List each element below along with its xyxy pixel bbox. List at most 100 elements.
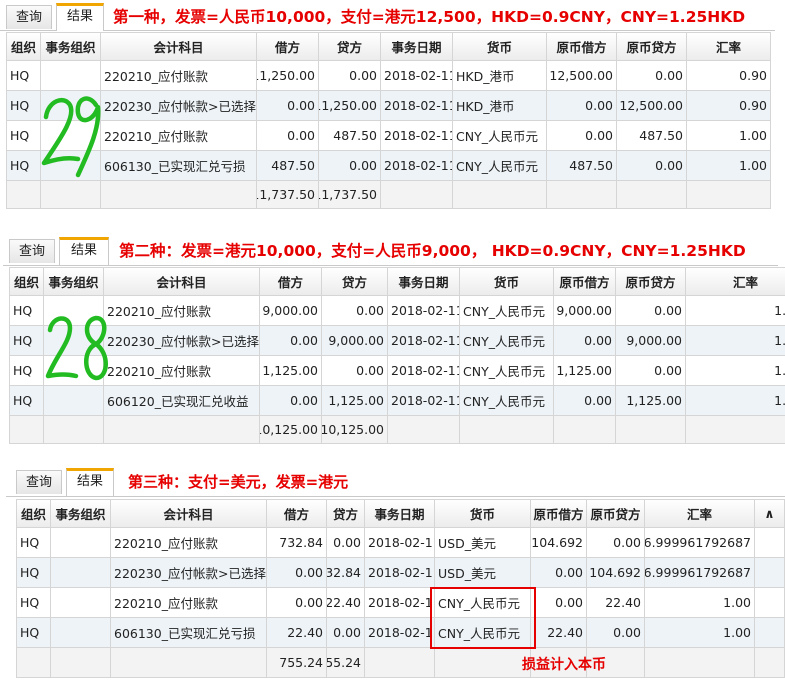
column-header-orig-credit[interactable]: 原币贷方 (617, 33, 687, 61)
column-header-orig-debit[interactable]: 原币借方 (547, 33, 617, 61)
total-account (101, 181, 257, 209)
cell-credit: 1,125.00 (322, 386, 388, 416)
cell-account: 606130_已实现汇兑亏损 (111, 618, 267, 648)
cell-orig-credit: 12,500.00 (617, 91, 687, 121)
column-header-currency[interactable]: 货币 (435, 500, 531, 528)
cell-debit: 732.84 (267, 528, 327, 558)
total-txn-org (44, 416, 104, 444)
cell-debit: 0.00 (267, 588, 327, 618)
cell-orig-credit: 0.00 (587, 528, 645, 558)
cell-debit: 11,250.00 (257, 61, 319, 91)
tab-query[interactable]: 查询 (16, 470, 62, 494)
cell-account: 220210_应付账款 (101, 61, 257, 91)
column-header-orig-debit[interactable]: 原币借方 (554, 268, 616, 296)
cell-orig-debit: 0.00 (554, 386, 616, 416)
tab-query[interactable]: 查询 (6, 5, 52, 29)
column-header-orig-debit[interactable]: 原币借方 (531, 500, 587, 528)
table-row[interactable]: HQ 606130_已实现汇兑亏损 22.40 0.00 2018-02-11 CNY_人… (17, 618, 785, 648)
tab-result[interactable]: 结果 (59, 237, 109, 265)
table-row[interactable]: HQ 220230_应付帐款>已选择 0.00 9,000.00 2018-02-11 C… (10, 326, 785, 356)
cell-txn-date: 2018-02-11 (365, 558, 435, 588)
tab-divider (6, 496, 785, 497)
total-account (111, 648, 267, 678)
table-row[interactable]: HQ 606120_已实现汇兑收益 0.00 1,125.00 2018-02-11 CN… (10, 386, 785, 416)
table-row[interactable]: HQ 220210_应付账款 0.00 487.50 2018-02-11 CNY_人民币… (7, 121, 771, 151)
panel-second: 查询 结果 第二种：发票=港元10,000，支付=人民币9,000， HKD=0… (3, 234, 785, 449)
tab-result[interactable]: 结果 (56, 3, 104, 31)
column-header-txn-org[interactable]: 事务组织 (51, 500, 111, 528)
table-row[interactable]: HQ 220210_应付账款 1,125.00 0.00 2018-02-11 CNY_人… (10, 356, 785, 386)
cell-txn-date: 2018-02-11 (365, 588, 435, 618)
column-header-rate[interactable]: 汇率 (686, 268, 785, 296)
tab-query[interactable]: 查询 (9, 239, 55, 263)
cell-orig-debit: 0.00 (531, 558, 587, 588)
table-row[interactable]: HQ220230_应付帐款>已选择0.00732.842018-02-11USD… (17, 558, 785, 588)
table-row[interactable]: HQ 606130_已实现汇兑亏损 487.50 0.00 2018-02-11 CNY_… (7, 151, 771, 181)
cell-account: 220210_应付账款 (101, 121, 257, 151)
column-header-txn-date[interactable]: 事务日期 (365, 500, 435, 528)
cell-currency: CNY_人民币元 (460, 356, 554, 386)
cell-account: 606130_已实现汇兑亏损 (101, 151, 257, 181)
column-header-orig-credit[interactable]: 原币贷方 (587, 500, 645, 528)
cell-rate: 1.00 (687, 151, 771, 181)
column-header-more[interactable]: ∧ (755, 500, 785, 528)
total-debit: 755.24 (267, 648, 327, 678)
totals-row: 11,737.50 11,737.50 (7, 181, 771, 209)
column-header-orig-credit[interactable]: 原币贷方 (616, 268, 686, 296)
cell-org: HQ (7, 151, 41, 181)
cell-debit: 22.40 (267, 618, 327, 648)
cell-rate: 1.00 (687, 121, 771, 151)
cell-debit: 0.00 (257, 91, 319, 121)
column-header-credit[interactable]: 贷方 (322, 268, 388, 296)
cell-orig-credit: 22.40 (587, 588, 645, 618)
column-header-txn-date[interactable]: 事务日期 (381, 33, 453, 61)
column-header-credit[interactable]: 贷方 (319, 33, 381, 61)
cell-txn-org (51, 618, 111, 648)
total-more (755, 648, 785, 678)
column-header-debit[interactable]: 借方 (267, 500, 327, 528)
table-row[interactable]: HQ 220210_应付账款 9,000.00 0.00 2018-02-11 CNY_人… (10, 296, 785, 326)
tab-result[interactable]: 结果 (66, 468, 114, 496)
tab-bar: 查询 结果 (6, 463, 785, 497)
total-debit: 11,737.50 (257, 181, 319, 209)
column-header-org[interactable]: 组织 (10, 268, 44, 296)
column-header-org[interactable]: 组织 (17, 500, 51, 528)
column-header-rate[interactable]: 汇率 (645, 500, 755, 528)
tab-divider (0, 30, 775, 31)
cell-credit: 0.00 (322, 356, 388, 386)
table-row[interactable]: HQ 220210_应付账款 0.00 22.40 2018-02-11 CNY_人民币元… (17, 588, 785, 618)
total-rate (687, 181, 771, 209)
table-row[interactable]: HQ 220210_应付账款 11,250.00 0.00 2018-02-11 HKD_… (7, 61, 771, 91)
total-account (104, 416, 260, 444)
column-header-account[interactable]: 会计科目 (101, 33, 257, 61)
column-header-debit[interactable]: 借方 (257, 33, 319, 61)
cell-org: HQ (7, 121, 41, 151)
column-header-org[interactable]: 组织 (7, 33, 41, 61)
table-viewport: 组织 事务组织 会计科目 借方 贷方 事务日期 货币 原币借方 原币贷方 汇率 ∧ HQ 220210_… (16, 499, 785, 685)
cell-orig-credit: 0.00 (616, 356, 686, 386)
column-header-txn-date[interactable]: 事务日期 (388, 268, 460, 296)
cell-txn-org (51, 558, 111, 588)
cell-org: HQ (10, 356, 44, 386)
cell-txn-date: 2018-02-11 (388, 296, 460, 326)
column-header-account[interactable]: 会计科目 (111, 500, 267, 528)
column-header-credit[interactable]: 贷方 (327, 500, 365, 528)
panel-caption: 第二种：发票=港元10,000，支付=人民币9,000， HKD=0.9CNY，… (119, 242, 746, 260)
cell-debit: 0.00 (260, 326, 322, 356)
total-orig-debit (547, 181, 617, 209)
table-row[interactable]: HQ 220210_应付账款 732.84 0.00 2018-02-11 USD_美元 1… (17, 528, 785, 558)
cell-org: HQ (10, 296, 44, 326)
cell-org: HQ (17, 528, 51, 558)
column-header-txn-org[interactable]: 事务组织 (41, 33, 101, 61)
cell-credit: 0.00 (327, 618, 365, 648)
column-header-currency[interactable]: 货币 (460, 268, 554, 296)
table-header-row: 组织 事务组织 会计科目 借方 贷方 事务日期 货币 原币借方 原币贷方 汇率 (10, 268, 785, 296)
cell-orig-debit: 0.00 (547, 121, 617, 151)
column-header-debit[interactable]: 借方 (260, 268, 322, 296)
column-header-txn-org[interactable]: 事务组织 (44, 268, 104, 296)
column-header-account[interactable]: 会计科目 (104, 268, 260, 296)
column-header-currency[interactable]: 货币 (453, 33, 547, 61)
column-header-rate[interactable]: 汇率 (687, 33, 771, 61)
table-row[interactable]: HQ 220230_应付帐款>已选择 0.00 11,250.00 2018-02-11… (7, 91, 771, 121)
cell-orig-credit: 0.00 (617, 61, 687, 91)
